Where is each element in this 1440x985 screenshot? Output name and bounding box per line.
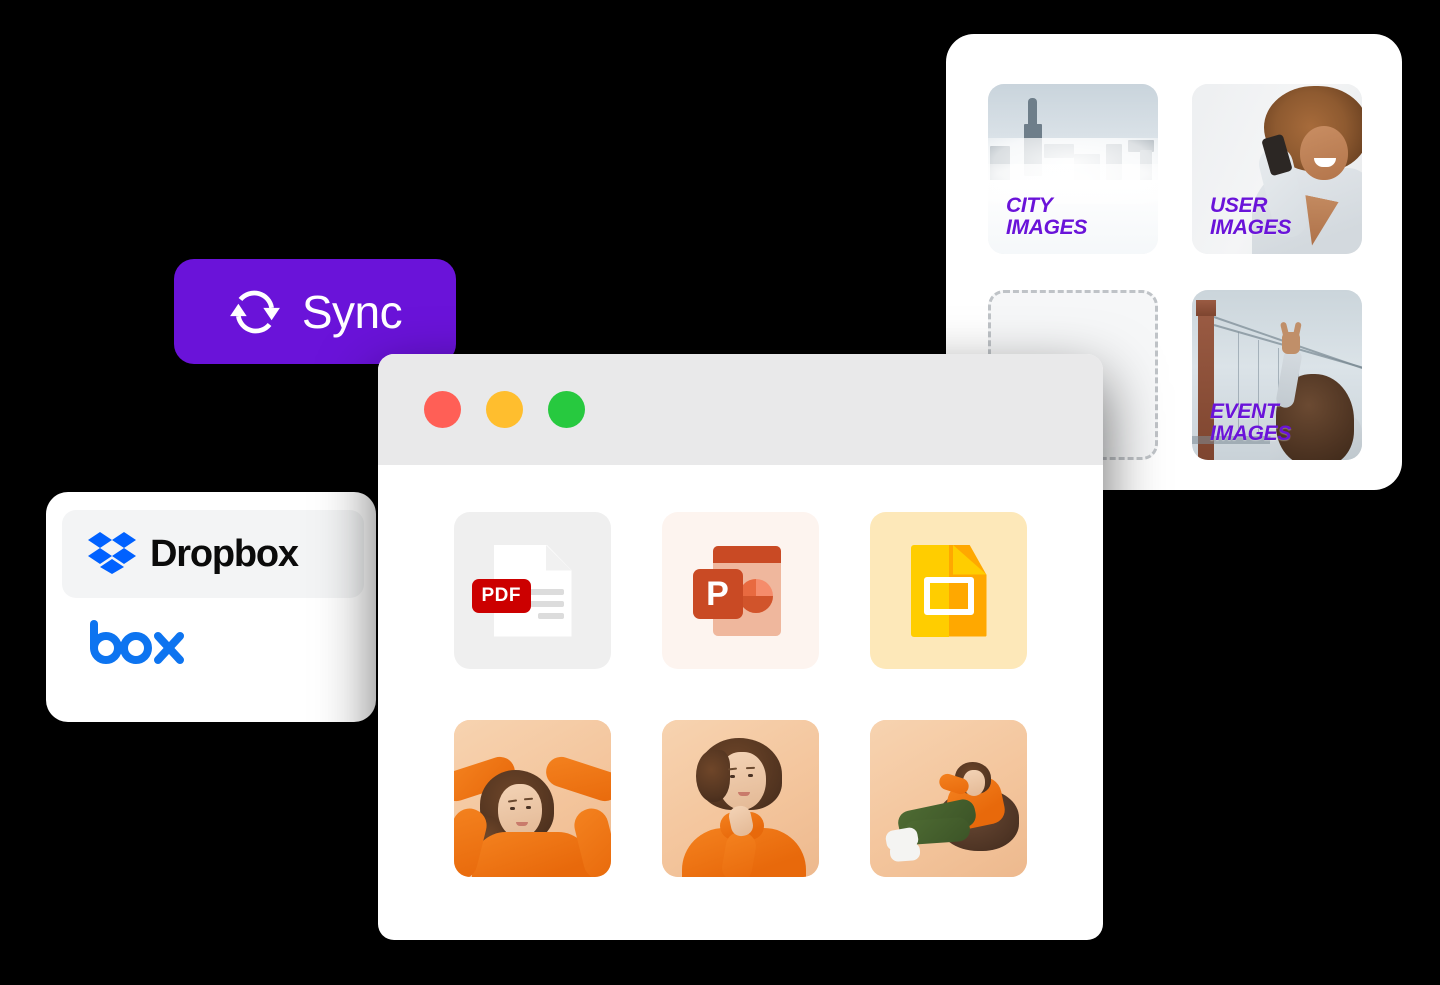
browser-content: PDF P — [378, 465, 1103, 877]
pdf-badge-label: PDF — [471, 578, 531, 613]
browser-window: PDF P — [378, 354, 1103, 940]
gallery-tile-city[interactable]: CITY IMAGES — [988, 84, 1158, 254]
file-tile-slides[interactable] — [870, 512, 1027, 669]
slides-file-icon — [910, 544, 987, 637]
window-minimize-button[interactable] — [486, 391, 523, 428]
file-grid: PDF P — [454, 512, 1103, 877]
sync-arrows-icon — [228, 285, 282, 339]
photo-tile-woman-on-beanbag[interactable] — [870, 720, 1027, 877]
dropbox-logo-icon — [88, 530, 136, 579]
cloud-provider-box[interactable]: box — [46, 598, 376, 686]
file-tile-pdf[interactable]: PDF — [454, 512, 611, 669]
gallery-tile-user[interactable]: USER IMAGES — [1192, 84, 1362, 254]
cloud-provider-dropbox[interactable]: Dropbox — [62, 510, 364, 598]
browser-titlebar — [378, 354, 1103, 465]
sync-button-label: Sync — [301, 285, 403, 338]
gallery-tile-label: USER IMAGES — [1210, 194, 1292, 239]
pdf-file-icon: PDF — [471, 544, 572, 637]
powerpoint-file-icon: P — [692, 545, 781, 636]
window-maximize-button[interactable] — [548, 391, 585, 428]
file-tile-powerpoint[interactable]: P — [662, 512, 819, 669]
box-logo-icon — [88, 618, 184, 671]
photo-tile-woman-hands-behind-head[interactable] — [454, 720, 611, 877]
window-close-button[interactable] — [424, 391, 461, 428]
gallery-tile-label: CITY IMAGES — [1006, 194, 1088, 239]
photo-tile-woman-hand-on-chin[interactable] — [662, 720, 819, 877]
pie-chart-icon — [738, 578, 773, 613]
cloud-provider-label: Dropbox — [150, 532, 299, 575]
cloud-provider-panel: Dropbox box — [46, 492, 376, 722]
illustration-stage: CITY IMAGES USER IMAGES EVENT IMAGES Dro… — [0, 0, 1440, 985]
gallery-tile-label: EVENT IMAGES — [1210, 400, 1292, 445]
powerpoint-badge-label: P — [692, 568, 743, 619]
sync-button[interactable]: Sync — [174, 259, 456, 364]
gallery-tile-event[interactable]: EVENT IMAGES — [1192, 290, 1362, 460]
